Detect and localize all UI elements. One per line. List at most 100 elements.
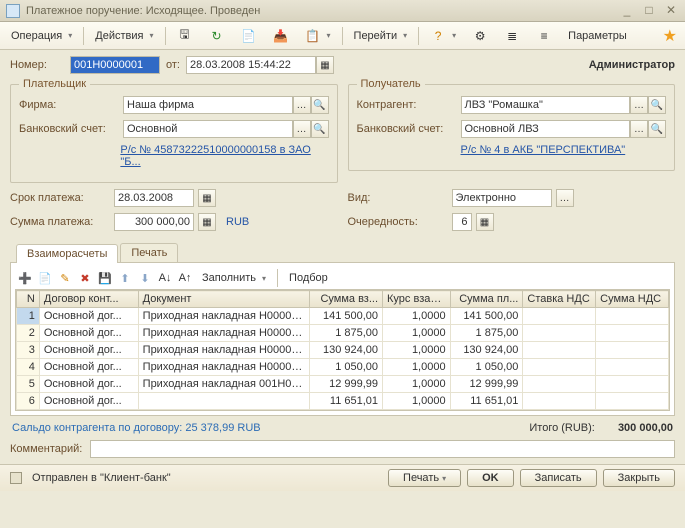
delete-row-icon[interactable]: ✖ — [77, 270, 93, 286]
table-row[interactable]: 2 Основной дог...Приходная накладная H00… — [17, 325, 669, 342]
select-icon[interactable]: … — [293, 96, 311, 114]
save-icon[interactable]: 🖫 — [170, 25, 200, 47]
comment-input[interactable] — [90, 440, 675, 458]
select-icon[interactable]: … — [630, 96, 648, 114]
table-row[interactable]: 4 Основной дог...Приходная накладная H00… — [17, 359, 669, 376]
comment-label: Комментарий: — [10, 443, 90, 455]
payer-account-input[interactable]: Основной — [123, 120, 293, 138]
payer-group: Плательщик Фирма: Наша фирма … 🔍 Банковс… — [10, 78, 338, 183]
tab-settlements[interactable]: Взаиморасчеты — [16, 244, 118, 263]
print-toolbar-icon[interactable]: ≡ — [529, 25, 559, 47]
col-ndsrate[interactable]: Ставка НДС — [523, 291, 596, 308]
col-sumvz[interactable]: Сумма вз... — [310, 291, 383, 308]
kind-input[interactable]: Электронно — [452, 189, 552, 207]
close-icon[interactable]: ✕ — [663, 4, 679, 18]
parameters-button[interactable]: Параметры — [561, 27, 634, 45]
total-value: 300 000,00 — [618, 422, 673, 434]
date-picker-icon[interactable]: ▦ — [316, 56, 334, 74]
sum-input[interactable]: 300 000,00 — [114, 213, 194, 231]
col-ndssum[interactable]: Сумма НДС — [596, 291, 669, 308]
clone-row-icon[interactable]: 📄 — [37, 270, 53, 286]
list-icon[interactable]: ≣ — [497, 25, 527, 47]
print-button[interactable]: Печать — [388, 469, 461, 487]
doc-icon — [6, 4, 20, 18]
star-icon[interactable]: ★ — [663, 26, 681, 46]
currency-label: RUB — [226, 216, 249, 228]
save-button[interactable]: Записать — [520, 469, 597, 487]
due-date-input[interactable]: 28.03.2008 — [114, 189, 194, 207]
structure-icon[interactable]: ⚙ — [465, 25, 495, 47]
balance-label: Сальдо контрагента по договору: 25 378,9… — [12, 422, 261, 434]
search-icon[interactable]: 🔍 — [311, 120, 329, 138]
contragent-input[interactable]: ЛВЗ "Ромашка" — [461, 96, 631, 114]
payee-details-link[interactable]: Р/с № 4 в АКБ "ПЕРСПЕКТИВА" — [461, 144, 626, 156]
payer-details-link[interactable]: Р/с № 45873222510000000158 в ЗАО "Б... — [120, 144, 328, 168]
new-doc-icon[interactable]: 📄 — [234, 25, 264, 47]
select-icon[interactable]: … — [293, 120, 311, 138]
queue-label: Очередность: — [348, 216, 448, 228]
number-input[interactable]: 001H0000001 — [70, 56, 160, 74]
from-label: от: — [166, 59, 180, 71]
search-icon[interactable]: 🔍 — [648, 120, 666, 138]
contragent-label: Контрагент: — [357, 99, 457, 111]
table-row[interactable]: 3 Основной дог...Приходная накладная H00… — [17, 342, 669, 359]
payee-account-input[interactable]: Основной ЛВЗ — [461, 120, 631, 138]
firm-label: Фирма: — [19, 99, 119, 111]
input-based-icon[interactable]: 📥 — [266, 25, 296, 47]
minimize-icon[interactable]: _ — [619, 4, 635, 18]
sent-to-bank-checkbox[interactable] — [10, 472, 22, 484]
col-contract[interactable]: Договор конт... — [39, 291, 138, 308]
number-label: Номер: — [10, 59, 70, 71]
fill-button[interactable]: Заполнить — [197, 271, 271, 285]
tabs: Взаиморасчеты Печать — [10, 243, 675, 263]
payee-group: Получатель Контрагент: ЛВЗ "Ромашка" … 🔍… — [348, 78, 676, 171]
post-icon[interactable]: ↻ — [202, 25, 232, 47]
sort-asc-icon[interactable]: A↓ — [157, 270, 173, 286]
main-toolbar: Операция Действия 🖫 ↻ 📄 📥 📋 Перейти ? ⚙ … — [0, 22, 685, 50]
copy-dropdown-icon[interactable]: 📋 — [298, 25, 338, 47]
actions-menu[interactable]: Действия — [88, 27, 160, 45]
help-icon[interactable]: ? — [423, 25, 463, 47]
table-row[interactable]: 6 Основной дог... 11 651,011,0000 11 651… — [17, 393, 669, 410]
operation-menu[interactable]: Операция — [4, 27, 79, 45]
calculator-icon[interactable]: ▦ — [198, 213, 216, 231]
select-icon[interactable]: … — [556, 189, 574, 207]
payee-account-label: Банковский счет: — [357, 123, 457, 135]
close-button[interactable]: Закрыть — [603, 469, 675, 487]
col-rate[interactable]: Курс взаи... — [383, 291, 451, 308]
edit-row-icon[interactable]: ✎ — [57, 270, 73, 286]
grid-toolbar: ➕ 📄 ✎ ✖ 💾 ⬆ ⬇ A↓ A↑ Заполнить Подбор — [15, 267, 670, 289]
queue-input[interactable]: 6 — [452, 213, 472, 231]
settlements-grid[interactable]: N Договор конт... Документ Сумма вз... К… — [15, 289, 670, 411]
kind-label: Вид: — [348, 192, 448, 204]
payee-legend: Получатель — [357, 78, 425, 90]
maximize-icon[interactable]: □ — [641, 4, 657, 18]
ok-button[interactable]: OK — [467, 469, 514, 487]
search-icon[interactable]: 🔍 — [311, 96, 329, 114]
payer-account-label: Банковский счет: — [19, 123, 119, 135]
window-title: Платежное поручение: Исходящее. Проведен — [26, 5, 619, 17]
col-doc[interactable]: Документ — [138, 291, 310, 308]
table-row[interactable]: 1 Основной дог...Приходная накладная H00… — [17, 308, 669, 325]
search-icon[interactable]: 🔍 — [648, 96, 666, 114]
payer-legend: Плательщик — [19, 78, 90, 90]
firm-input[interactable]: Наша фирма — [123, 96, 293, 114]
add-row-icon[interactable]: ➕ — [17, 270, 33, 286]
move-up-icon[interactable]: ⬆ — [117, 270, 133, 286]
goto-menu[interactable]: Перейти — [347, 27, 415, 45]
col-sumpl[interactable]: Сумма пл... — [450, 291, 523, 308]
select-button[interactable]: Подбор — [284, 271, 333, 285]
table-row[interactable]: 5 Основной дог...Приходная накладная 001… — [17, 376, 669, 393]
due-label: Срок платежа: — [10, 192, 110, 204]
col-n[interactable]: N — [17, 291, 40, 308]
date-picker-icon[interactable]: ▦ — [198, 189, 216, 207]
sum-label: Сумма платежа: — [10, 216, 110, 228]
date-input[interactable]: 28.03.2008 15:44:22 — [186, 56, 316, 74]
save-grid-icon[interactable]: 💾 — [97, 270, 113, 286]
calculator-icon[interactable]: ▦ — [476, 213, 494, 231]
move-down-icon[interactable]: ⬇ — [137, 270, 153, 286]
total-label: Итого (RUB): — [529, 422, 595, 434]
tab-print[interactable]: Печать — [120, 243, 178, 262]
sort-desc-icon[interactable]: A↑ — [177, 270, 193, 286]
select-icon[interactable]: … — [630, 120, 648, 138]
